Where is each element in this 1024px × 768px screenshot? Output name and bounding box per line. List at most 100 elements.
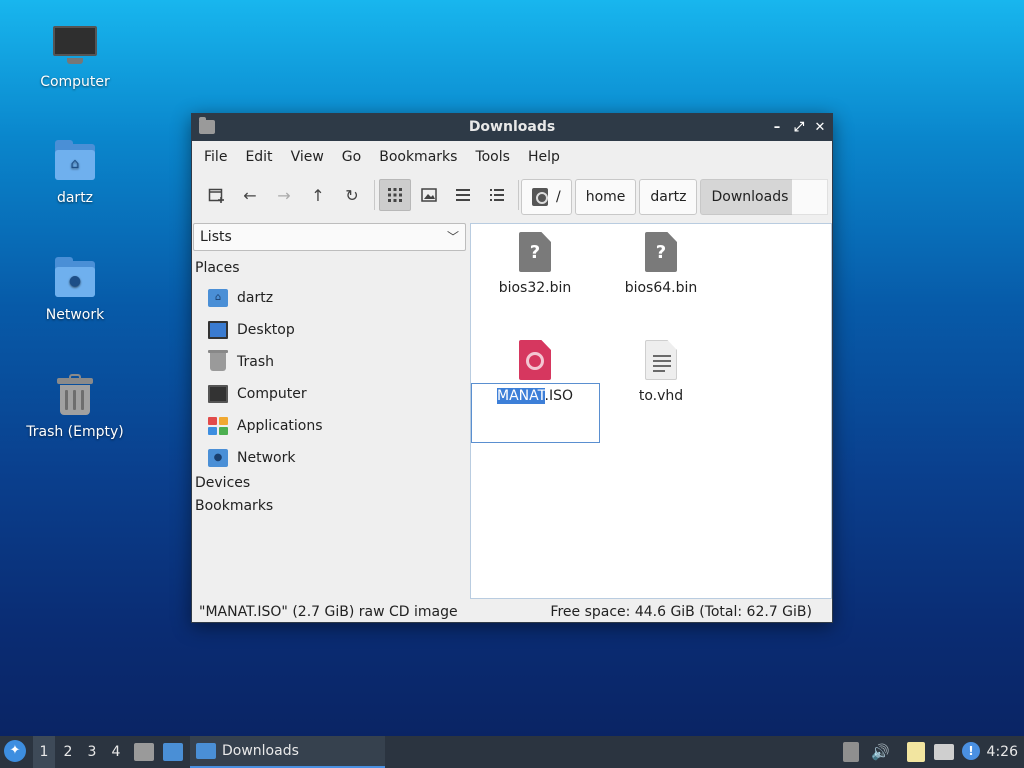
- file-item-selected[interactable]: MANAT.ISO: [471, 340, 599, 404]
- desktop-icon-label: Trash (Empty): [26, 424, 124, 440]
- compact-view-button[interactable]: [447, 179, 479, 211]
- place-applications[interactable]: Applications: [208, 413, 323, 439]
- path-root[interactable]: /: [521, 179, 572, 215]
- file-manager-window: Downloads – ⤢ ✕ File Edit View Go Bookma…: [191, 113, 833, 623]
- section-bookmarks[interactable]: Bookmarks: [195, 498, 273, 514]
- place-label: Trash: [237, 354, 274, 370]
- place-network[interactable]: Network: [208, 445, 295, 471]
- menu-bar: File Edit View Go Bookmarks Tools Help: [192, 141, 832, 172]
- file-name: bios32.bin: [498, 280, 572, 296]
- new-tab-icon: [208, 188, 224, 203]
- network-folder-icon: [208, 449, 228, 467]
- arrow-right-icon: →: [277, 185, 291, 205]
- path-dartz[interactable]: dartz: [639, 179, 698, 215]
- grid-icon: [388, 188, 402, 202]
- place-label: Network: [237, 450, 296, 466]
- path-downloads[interactable]: Downloads: [700, 179, 800, 215]
- toolbar-separator: [374, 180, 375, 210]
- lxqt-logo-icon: ✦: [9, 743, 21, 758]
- folder-icon: [199, 117, 215, 134]
- window-titlebar[interactable]: Downloads – ⤢ ✕: [192, 114, 832, 141]
- place-label: Desktop: [237, 322, 295, 338]
- place-desktop[interactable]: Desktop: [208, 317, 295, 343]
- folder-icon: [196, 743, 216, 759]
- place-trash[interactable]: Trash: [208, 349, 274, 375]
- file-item[interactable]: to.vhd: [597, 340, 725, 404]
- menu-view[interactable]: View: [282, 149, 333, 165]
- file-item[interactable]: ? bios64.bin: [597, 232, 725, 296]
- place-computer[interactable]: Computer: [208, 381, 307, 407]
- chevron-down-icon: ﹀: [446, 230, 459, 244]
- section-places[interactable]: Places: [195, 260, 240, 276]
- file-name-input[interactable]: MANAT.ISO: [496, 388, 574, 404]
- unselected-text: .ISO: [544, 388, 574, 404]
- taskbar-task-downloads[interactable]: Downloads: [190, 736, 385, 768]
- notification-icon[interactable]: !: [962, 742, 980, 760]
- forward-button[interactable]: →: [268, 179, 300, 211]
- computer-icon: [208, 385, 228, 403]
- menu-file[interactable]: File: [195, 149, 236, 165]
- file-manager-launcher-icon[interactable]: [134, 743, 154, 761]
- clipboard-icon[interactable]: [907, 742, 925, 762]
- place-label: dartz: [237, 290, 274, 306]
- detailed-list-icon: [490, 189, 504, 201]
- workspace-4[interactable]: 4: [105, 736, 127, 768]
- eject-icon[interactable]: [843, 742, 859, 762]
- selected-text: MANAT: [496, 388, 545, 404]
- cd-image-icon: [519, 340, 551, 380]
- desktop-icon-home[interactable]: ⌂ dartz: [20, 138, 130, 206]
- desktop-icon: [208, 321, 228, 339]
- show-desktop-icon[interactable]: [163, 743, 183, 761]
- path-root-label: /: [556, 189, 561, 205]
- close-button[interactable]: ✕: [809, 114, 831, 141]
- trash-icon: [208, 350, 228, 371]
- file-view[interactable]: ? bios32.bin ? bios64.bin MANAT.ISO to.v…: [470, 223, 832, 599]
- path-bar: / home dartz Downloads: [521, 179, 802, 215]
- reload-button[interactable]: ↻: [336, 179, 368, 211]
- workspace-2[interactable]: 2: [57, 736, 79, 768]
- back-button[interactable]: ←: [234, 179, 266, 211]
- desktop-icon-network[interactable]: ● Network: [20, 255, 130, 323]
- start-menu-button[interactable]: ✦: [4, 740, 26, 762]
- menu-help[interactable]: Help: [519, 149, 569, 165]
- minimize-button[interactable]: –: [766, 114, 788, 141]
- side-pane-mode-select[interactable]: Lists ﹀: [193, 223, 466, 251]
- side-pane-mode-value: Lists: [200, 229, 232, 245]
- desktop-icon-label: Computer: [40, 74, 110, 90]
- new-tab-button[interactable]: [200, 179, 232, 211]
- window-title: Downloads: [468, 119, 556, 135]
- volume-icon[interactable]: 🔊: [871, 742, 891, 762]
- desktop-icon-computer[interactable]: Computer: [20, 22, 130, 90]
- text-file-icon: [645, 340, 677, 380]
- file-item[interactable]: ? bios32.bin: [471, 232, 599, 296]
- toolbar: ← → ↑ ↻ / home dartz Downloads: [192, 172, 832, 218]
- compact-list-icon: [456, 189, 470, 201]
- toolbar-separator: [518, 180, 519, 210]
- desktop-icon-label: Network: [45, 307, 105, 323]
- menu-bookmarks[interactable]: Bookmarks: [370, 149, 466, 165]
- menu-edit[interactable]: Edit: [236, 149, 281, 165]
- home-folder-icon: ⌂: [51, 138, 99, 186]
- workspace-1[interactable]: 1: [33, 736, 55, 768]
- detailed-view-button[interactable]: [481, 179, 513, 211]
- path-home[interactable]: home: [574, 179, 637, 215]
- place-dartz[interactable]: dartz: [208, 285, 273, 311]
- thumbnail-view-button[interactable]: [413, 179, 445, 211]
- icon-view-button[interactable]: [379, 179, 411, 211]
- menu-go[interactable]: Go: [333, 149, 370, 165]
- section-devices[interactable]: Devices: [195, 475, 250, 491]
- menu-tools[interactable]: Tools: [466, 149, 519, 165]
- side-pane: Lists ﹀ Places dartz Desktop Trash Compu…: [192, 221, 468, 597]
- arrow-left-icon: ←: [243, 185, 257, 205]
- selection-info: "MANAT.ISO" (2.7 GiB) raw CD image: [199, 604, 458, 620]
- up-button[interactable]: ↑: [302, 179, 334, 211]
- clock[interactable]: 4:26: [987, 736, 1018, 768]
- reload-icon: ↻: [345, 185, 359, 205]
- trash-icon: [51, 372, 99, 420]
- workspace-3[interactable]: 3: [81, 736, 103, 768]
- network-icon[interactable]: [934, 744, 954, 760]
- desktop-icon-trash[interactable]: Trash (Empty): [20, 372, 130, 440]
- place-label: Applications: [237, 418, 323, 434]
- maximize-button[interactable]: ⤢: [788, 114, 810, 141]
- status-bar: "MANAT.ISO" (2.7 GiB) raw CD image Free …: [192, 601, 832, 623]
